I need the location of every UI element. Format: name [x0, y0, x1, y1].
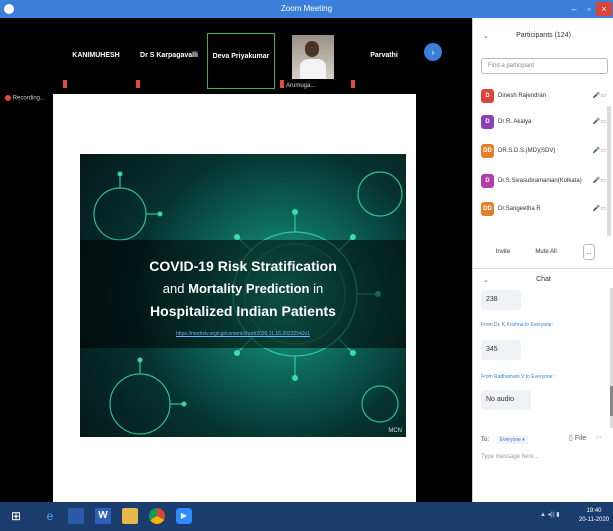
- video-tile-deva-priyakumar[interactable]: Deva Priyakumar: [207, 33, 275, 89]
- more-options-button[interactable]: ...: [583, 244, 595, 260]
- avatar: DD: [481, 144, 494, 158]
- participant-row-name: Dinesh Rajendran: [498, 93, 547, 99]
- avatar: DD: [481, 202, 494, 216]
- shared-screen: COVID-19 Risk Stratification and Mortali…: [53, 94, 416, 513]
- participant-row-name: Dr.Sangeetha R: [498, 206, 541, 212]
- taskbar-clock[interactable]: 19:40 20-11-2020: [578, 507, 610, 525]
- collapse-chevron-icon[interactable]: ⌄: [483, 32, 489, 40]
- chat-header: ⌄ Chat: [473, 276, 613, 284]
- side-panel: ⌄ Participants (124) Find a participant …: [472, 18, 613, 502]
- slide-title-line2-bold: Mortality Prediction: [188, 281, 310, 296]
- chat-sender: From Dr. K.Krishna to Everyone:: [481, 322, 553, 328]
- video-tile-kanimuhesh[interactable]: KANIMUHESH: [62, 33, 130, 89]
- chat-recipient: To: Everyone ▾: [481, 436, 528, 444]
- chat-sender: From Radhamani V to Everyone:: [481, 374, 554, 380]
- participant-search-input[interactable]: Find a participant: [481, 58, 608, 74]
- collapse-chevron-icon[interactable]: ⌄: [483, 276, 489, 284]
- minimize-button[interactable]: –: [566, 2, 582, 16]
- person-head: [305, 41, 319, 57]
- mic-video-muted-icon: 🎤▭: [592, 148, 606, 154]
- file-button[interactable]: ▯ File: [569, 434, 586, 442]
- close-button[interactable]: ×: [596, 2, 612, 16]
- participant-row[interactable]: D Dr R. Akalya 🎤▭: [481, 112, 610, 134]
- participant-name: Dr S Karpagavalli: [140, 52, 198, 59]
- panel-divider: [473, 268, 613, 269]
- clock-date: 20-11-2020: [578, 517, 610, 523]
- participant-row-name: Dr R. Akalya: [498, 119, 532, 125]
- slide-title-line3: Hospitalized Indian Patients: [150, 303, 336, 319]
- chat-title: Chat: [536, 276, 551, 283]
- participants-title: Participants (124): [516, 32, 571, 39]
- taskbar-app-icon[interactable]: [68, 508, 84, 524]
- slide-title-line2-pre: and: [162, 281, 189, 296]
- window-titlebar: Zoom Meeting – ▫ ×: [0, 0, 613, 18]
- mic-video-muted-icon: 🎤▭: [592, 93, 606, 99]
- recipient-dropdown[interactable]: Everyone ▾: [496, 436, 528, 444]
- zoom-icon[interactable]: ▶: [176, 508, 192, 524]
- file-explorer-icon[interactable]: [122, 508, 138, 524]
- mic-video-muted-icon: 🎤▭: [592, 206, 606, 212]
- video-tile-karpagavalli[interactable]: Dr S Karpagavalli: [135, 33, 203, 89]
- file-icon: ▯: [569, 435, 573, 442]
- chevron-right-icon: ›: [431, 47, 435, 57]
- chat-message: 238: [481, 290, 521, 310]
- window-title: Zoom Meeting: [280, 4, 333, 13]
- avatar: D: [481, 89, 494, 103]
- participant-row[interactable]: D Dinesh Rajendran 🎤▭: [481, 86, 610, 108]
- mic-muted-icon: [136, 80, 140, 88]
- next-page-button[interactable]: ›: [424, 43, 442, 61]
- to-label: To:: [481, 437, 490, 443]
- participant-name: Parvathi: [370, 52, 398, 59]
- slide-title-line2-post: in: [309, 281, 324, 296]
- presentation-slide: COVID-19 Risk Stratification and Mortali…: [80, 154, 406, 437]
- video-tile-parvathi[interactable]: Parvathi: [350, 33, 418, 89]
- mic-muted-icon: [280, 80, 284, 88]
- participant-row-name: Dr.S.Sivasubramanian(Kolkata): [498, 178, 582, 184]
- mic-muted-icon: [63, 80, 67, 88]
- participant-row[interactable]: DD Dr.Sangeetha R 🎤▭: [481, 199, 610, 221]
- chat-message: No audio: [481, 390, 531, 410]
- participants-scrollbar[interactable]: [607, 106, 611, 236]
- participant-caption: Arumuga...: [286, 83, 316, 89]
- mute-all-button[interactable]: Mute All: [531, 244, 561, 260]
- system-tray[interactable]: ▲ ◂)) ▮: [540, 511, 560, 518]
- participants-header: ⌄ Participants (124): [473, 32, 613, 40]
- slide-title-line1: COVID-19 Risk Stratification: [149, 258, 337, 274]
- video-tile-arumugam[interactable]: Arumuga...: [279, 33, 347, 89]
- participant-row-name: DR.S.D.S.(MD)(SDV): [498, 148, 556, 154]
- internet-explorer-icon[interactable]: e: [42, 508, 58, 524]
- word-icon[interactable]: W: [95, 508, 111, 524]
- maximize-button[interactable]: ▫: [582, 2, 596, 16]
- chat-message: 345: [481, 340, 521, 360]
- mic-video-muted-icon: 🎤▭: [592, 119, 606, 125]
- participant-video: [292, 35, 334, 79]
- chrome-icon[interactable]: [149, 508, 165, 524]
- participant-row[interactable]: DD DR.S.D.S.(MD)(SDV) 🎤▭: [481, 141, 610, 163]
- slide-link[interactable]: https://medrxiv.org/cgi/content/short/20…: [80, 331, 406, 337]
- mic-muted-icon: [351, 80, 355, 88]
- chat-more-icon[interactable]: ···: [595, 434, 602, 441]
- mic-video-muted-icon: 🎤▭: [592, 178, 606, 184]
- avatar: D: [481, 174, 494, 188]
- participant-row[interactable]: D Dr.S.Sivasubramanian(Kolkata) 🎤▭: [481, 171, 610, 193]
- person-body: [300, 59, 326, 79]
- meeting-area: KANIMUHESH Dr S Karpagavalli Deva Priyak…: [0, 18, 472, 513]
- participant-name: Deva Priyakumar: [212, 53, 270, 60]
- slide-watermark: MCN: [388, 428, 402, 434]
- file-label: File: [574, 435, 587, 442]
- participant-name: KANIMUHESH: [72, 52, 120, 59]
- slide-title-line2: and Mortality Prediction in: [80, 281, 406, 296]
- avatar: D: [481, 115, 494, 129]
- windows-taskbar: ⊞ e W ▶ ▲ ◂)) ▮ 19:40 20-11-2020: [0, 502, 613, 531]
- windows-start-icon[interactable]: ⊞: [8, 508, 24, 524]
- invite-button[interactable]: Invite: [491, 244, 515, 260]
- chat-input[interactable]: Type message here...: [481, 454, 539, 460]
- recording-label: Recording...: [12, 95, 46, 102]
- clock-time: 19:40: [586, 508, 602, 514]
- record-icon: [5, 95, 11, 101]
